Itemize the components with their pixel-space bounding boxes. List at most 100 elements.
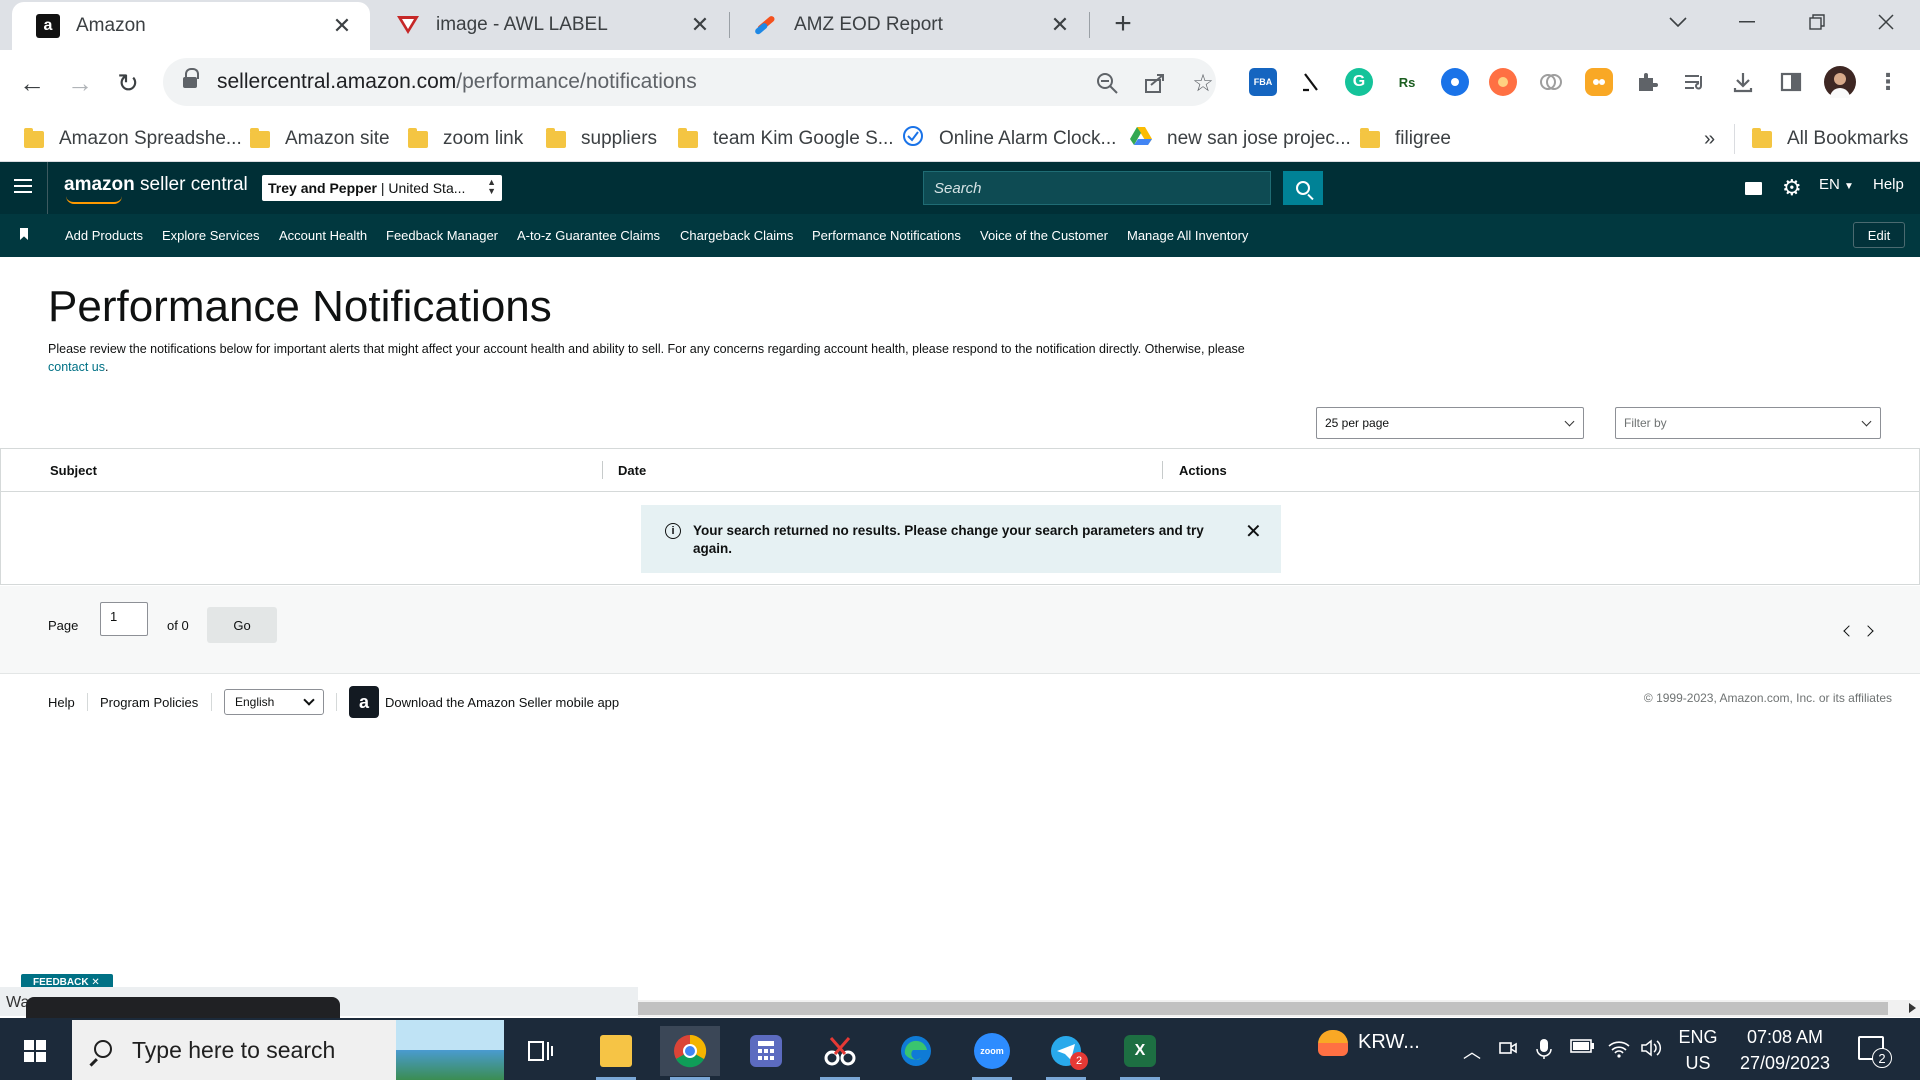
honey-extension-icon[interactable]	[1585, 68, 1613, 96]
tab-awl-label[interactable]: image - AWL LABEL ✕	[372, 0, 728, 50]
puzzle-extensions-icon[interactable]	[1633, 68, 1661, 96]
close-tab-icon[interactable]: ✕	[688, 12, 712, 38]
grammarly-icon[interactable]: G	[1345, 68, 1373, 96]
link-extension-icon[interactable]	[1537, 68, 1565, 96]
zoom-out-icon[interactable]	[1092, 68, 1122, 98]
gear-icon[interactable]: ⚙	[1782, 177, 1802, 199]
weather-widget[interactable]: KRW...	[1318, 1030, 1420, 1056]
seller-app-icon[interactable]: a	[349, 686, 379, 718]
language-selector[interactable]: EN ▼	[1819, 176, 1854, 193]
side-panel-icon[interactable]	[1777, 68, 1805, 96]
lock-icon[interactable]	[183, 68, 199, 90]
media-queue-icon[interactable]	[1681, 68, 1709, 96]
bookmark-folder[interactable]: filigree	[1360, 124, 1451, 154]
new-tab-plus-icon[interactable]: +	[1106, 8, 1140, 42]
slash-extension-icon[interactable]	[1297, 68, 1325, 96]
zoom-taskbar-button[interactable]: zoom	[962, 1026, 1022, 1080]
close-tab-icon[interactable]: ✕	[1048, 12, 1072, 38]
bookmark-star-icon[interactable]: ☆	[1188, 68, 1218, 98]
nav-voice-of-customer[interactable]: Voice of the Customer	[980, 228, 1108, 243]
tab-amazon[interactable]: a Amazon ✕	[12, 2, 370, 50]
reload-icon[interactable]: ↻	[110, 65, 146, 101]
help-link[interactable]: Help	[1873, 176, 1904, 193]
tab-amz-eod-report[interactable]: AMZ EOD Report ✕	[730, 0, 1088, 50]
nav-a-to-z-claims[interactable]: A-to-z Guarantee Claims	[517, 228, 660, 243]
system-clock[interactable]: 07:08 AM 27/09/2023	[1730, 1024, 1840, 1076]
all-bookmarks-folder[interactable]: All Bookmarks	[1752, 124, 1908, 154]
per-page-select[interactable]: 25 per page	[1316, 407, 1584, 439]
back-arrow-icon[interactable]: ←	[14, 65, 50, 101]
go-button[interactable]: Go	[207, 607, 277, 643]
nav-account-health[interactable]: Account Health	[279, 228, 367, 243]
share-icon[interactable]	[1140, 68, 1170, 98]
seller-central-logo[interactable]: amazon seller central	[64, 174, 248, 204]
taskbar-search-box[interactable]: Type here to search	[72, 1020, 504, 1080]
restore-icon[interactable]	[1787, 0, 1847, 44]
close-window-icon[interactable]	[1856, 0, 1916, 44]
task-view-button[interactable]	[510, 1026, 570, 1076]
forward-arrow-icon[interactable]: →	[62, 65, 98, 101]
horizontal-scrollbar[interactable]	[638, 1000, 1920, 1017]
contact-us-link[interactable]: contact us	[48, 360, 105, 374]
rs-extension-icon[interactable]: Rs	[1393, 68, 1421, 96]
chrome-taskbar-button[interactable]	[660, 1026, 720, 1080]
next-page-icon[interactable]	[1862, 625, 1874, 637]
nav-chargeback-claims[interactable]: Chargeback Claims	[680, 228, 793, 243]
filter-by-select[interactable]: Filter by	[1615, 407, 1881, 439]
nav-manage-inventory[interactable]: Manage All Inventory	[1127, 228, 1248, 243]
meet-now-icon[interactable]	[1498, 1038, 1518, 1063]
close-alert-icon[interactable]: ✕	[1245, 519, 1262, 544]
microphone-icon[interactable]	[1536, 1038, 1552, 1065]
edit-nav-button[interactable]: Edit	[1853, 222, 1905, 248]
column-date[interactable]: Date	[618, 463, 646, 478]
bookmark-link[interactable]: Online Alarm Clock...	[902, 124, 1116, 154]
account-switcher[interactable]: Trey and Pepper | United Sta... ▲ ▼	[262, 175, 502, 201]
nav-explore-services[interactable]: Explore Services	[162, 228, 260, 243]
scroll-right-arrow-icon[interactable]	[1909, 1003, 1916, 1013]
minimize-icon[interactable]	[1717, 0, 1777, 44]
calculator-taskbar-button[interactable]	[736, 1026, 796, 1076]
fba-extension-icon[interactable]: FBA	[1249, 68, 1277, 96]
orange-circle-extension-icon[interactable]	[1489, 68, 1517, 96]
bookmark-folder[interactable]: zoom link	[408, 124, 523, 154]
bookmark-folder[interactable]: Amazon Spreadshe...	[24, 124, 242, 154]
page-number-input[interactable]: 1	[100, 602, 148, 636]
previous-page-icon[interactable]	[1843, 625, 1855, 637]
footer-help-link[interactable]: Help	[48, 695, 75, 710]
telegram-taskbar-button[interactable]: 2	[1036, 1026, 1096, 1080]
excel-taskbar-button[interactable]: X	[1110, 1026, 1170, 1080]
hamburger-menu-icon[interactable]	[14, 179, 32, 193]
nav-add-products[interactable]: Add Products	[65, 228, 143, 243]
bookmark-folder[interactable]: Amazon site	[250, 124, 390, 154]
address-bar[interactable]: sellercentral.amazon.com/performance/not…	[163, 58, 1216, 106]
search-button[interactable]	[1283, 171, 1323, 205]
snipping-tool-taskbar-button[interactable]	[810, 1026, 870, 1080]
mail-icon[interactable]	[1745, 182, 1762, 195]
tab-search-chevron-icon[interactable]	[1648, 0, 1708, 44]
nav-performance-notifications[interactable]: Performance Notifications	[812, 228, 961, 243]
edge-taskbar-button[interactable]	[886, 1026, 946, 1076]
footer-language-select[interactable]: English	[224, 689, 324, 715]
windows-start-icon[interactable]	[24, 1040, 46, 1062]
battery-icon[interactable]	[1570, 1038, 1596, 1059]
more-bookmarks-chevron-icon[interactable]: »	[1704, 124, 1715, 154]
download-icon[interactable]	[1729, 68, 1757, 96]
nav-feedback-manager[interactable]: Feedback Manager	[386, 228, 498, 243]
scrollbar-thumb[interactable]	[638, 1002, 1888, 1015]
wifi-icon[interactable]	[1608, 1038, 1630, 1063]
seller-search-input[interactable]: Search	[923, 171, 1271, 205]
bookmark-folder[interactable]: team Kim Google S...	[678, 124, 894, 154]
bookmark-ribbon-icon[interactable]	[20, 228, 28, 240]
volume-icon[interactable]	[1640, 1038, 1662, 1063]
kebab-menu-icon[interactable]: ⋮	[1874, 68, 1902, 96]
blue-circle-extension-icon[interactable]	[1441, 68, 1469, 96]
bookmark-link[interactable]: new san jose projec...	[1130, 124, 1351, 154]
input-language-indicator[interactable]: ENG US	[1678, 1024, 1718, 1076]
profile-avatar[interactable]	[1824, 66, 1856, 98]
tray-show-hidden-icon[interactable]: ︿	[1463, 1038, 1481, 1064]
close-tab-icon[interactable]: ✕	[330, 13, 354, 39]
program-policies-link[interactable]: Program Policies	[100, 695, 198, 710]
download-app-link[interactable]: Download the Amazon Seller mobile app	[385, 695, 619, 710]
bookmark-folder[interactable]: suppliers	[546, 124, 657, 154]
column-subject[interactable]: Subject	[50, 463, 97, 478]
